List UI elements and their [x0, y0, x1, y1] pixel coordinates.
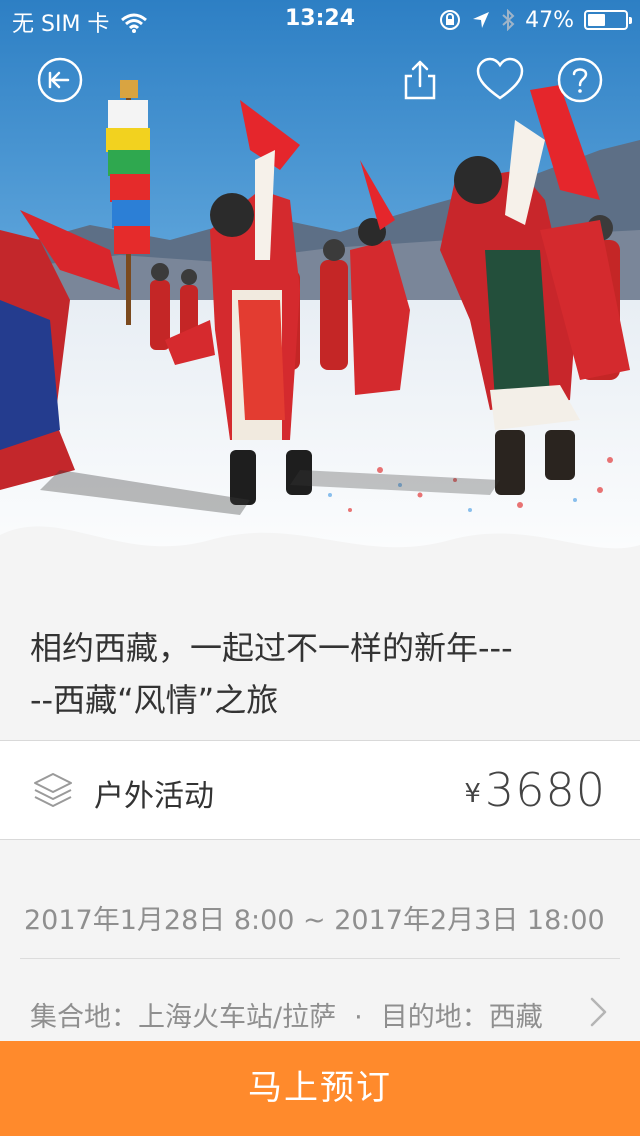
category-price-row: 户外活动 ¥3680	[0, 741, 640, 840]
share-button[interactable]	[396, 56, 444, 104]
festival-dancers-photo	[0, 0, 640, 600]
event-title: 相约西藏，一起过不一样的新年-----西藏“风情”之旅	[30, 629, 513, 719]
destination: 目的地：西藏	[380, 1002, 543, 1033]
event-date-range: 2017年1月28日 8:00 ~ 2017年2月3日 18:00	[24, 905, 605, 936]
price-amount: 3680	[484, 763, 606, 817]
currency-symbol: ¥	[464, 779, 481, 809]
favorite-button[interactable]	[476, 56, 524, 104]
bluetooth-icon	[502, 9, 515, 31]
location-separator: ·	[354, 1002, 363, 1033]
question-circle-icon	[557, 57, 603, 103]
event-title-section: 相约西藏，一起过不一样的新年-----西藏“风情”之旅	[0, 600, 640, 741]
status-bar: 无 SIM 卡 13:24 47%	[0, 0, 640, 40]
battery-icon	[584, 10, 632, 30]
divider	[20, 958, 620, 959]
status-right: 47%	[429, 5, 632, 35]
category-label: 户外活动	[94, 779, 214, 814]
battery-percent: 47%	[525, 7, 574, 33]
back-arrow-circle-icon	[37, 57, 83, 103]
hero-image	[0, 0, 640, 600]
location-arrow-icon	[473, 12, 490, 28]
layers-icon	[34, 773, 72, 807]
price: ¥3680	[464, 763, 606, 817]
help-button[interactable]	[556, 56, 604, 104]
book-now-button[interactable]: 马上预订	[0, 1041, 640, 1136]
meeting-place: 集合地：上海火车站/拉萨	[30, 1002, 337, 1033]
heart-icon	[476, 57, 524, 100]
rotation-lock-icon	[440, 10, 461, 30]
location-row[interactable]: 集合地：上海火车站/拉萨 · 目的地：西藏	[30, 995, 610, 1034]
share-icon	[404, 60, 436, 100]
chevron-right-icon[interactable]	[588, 996, 608, 1028]
battery-fill	[588, 14, 605, 26]
back-button[interactable]	[36, 56, 84, 104]
